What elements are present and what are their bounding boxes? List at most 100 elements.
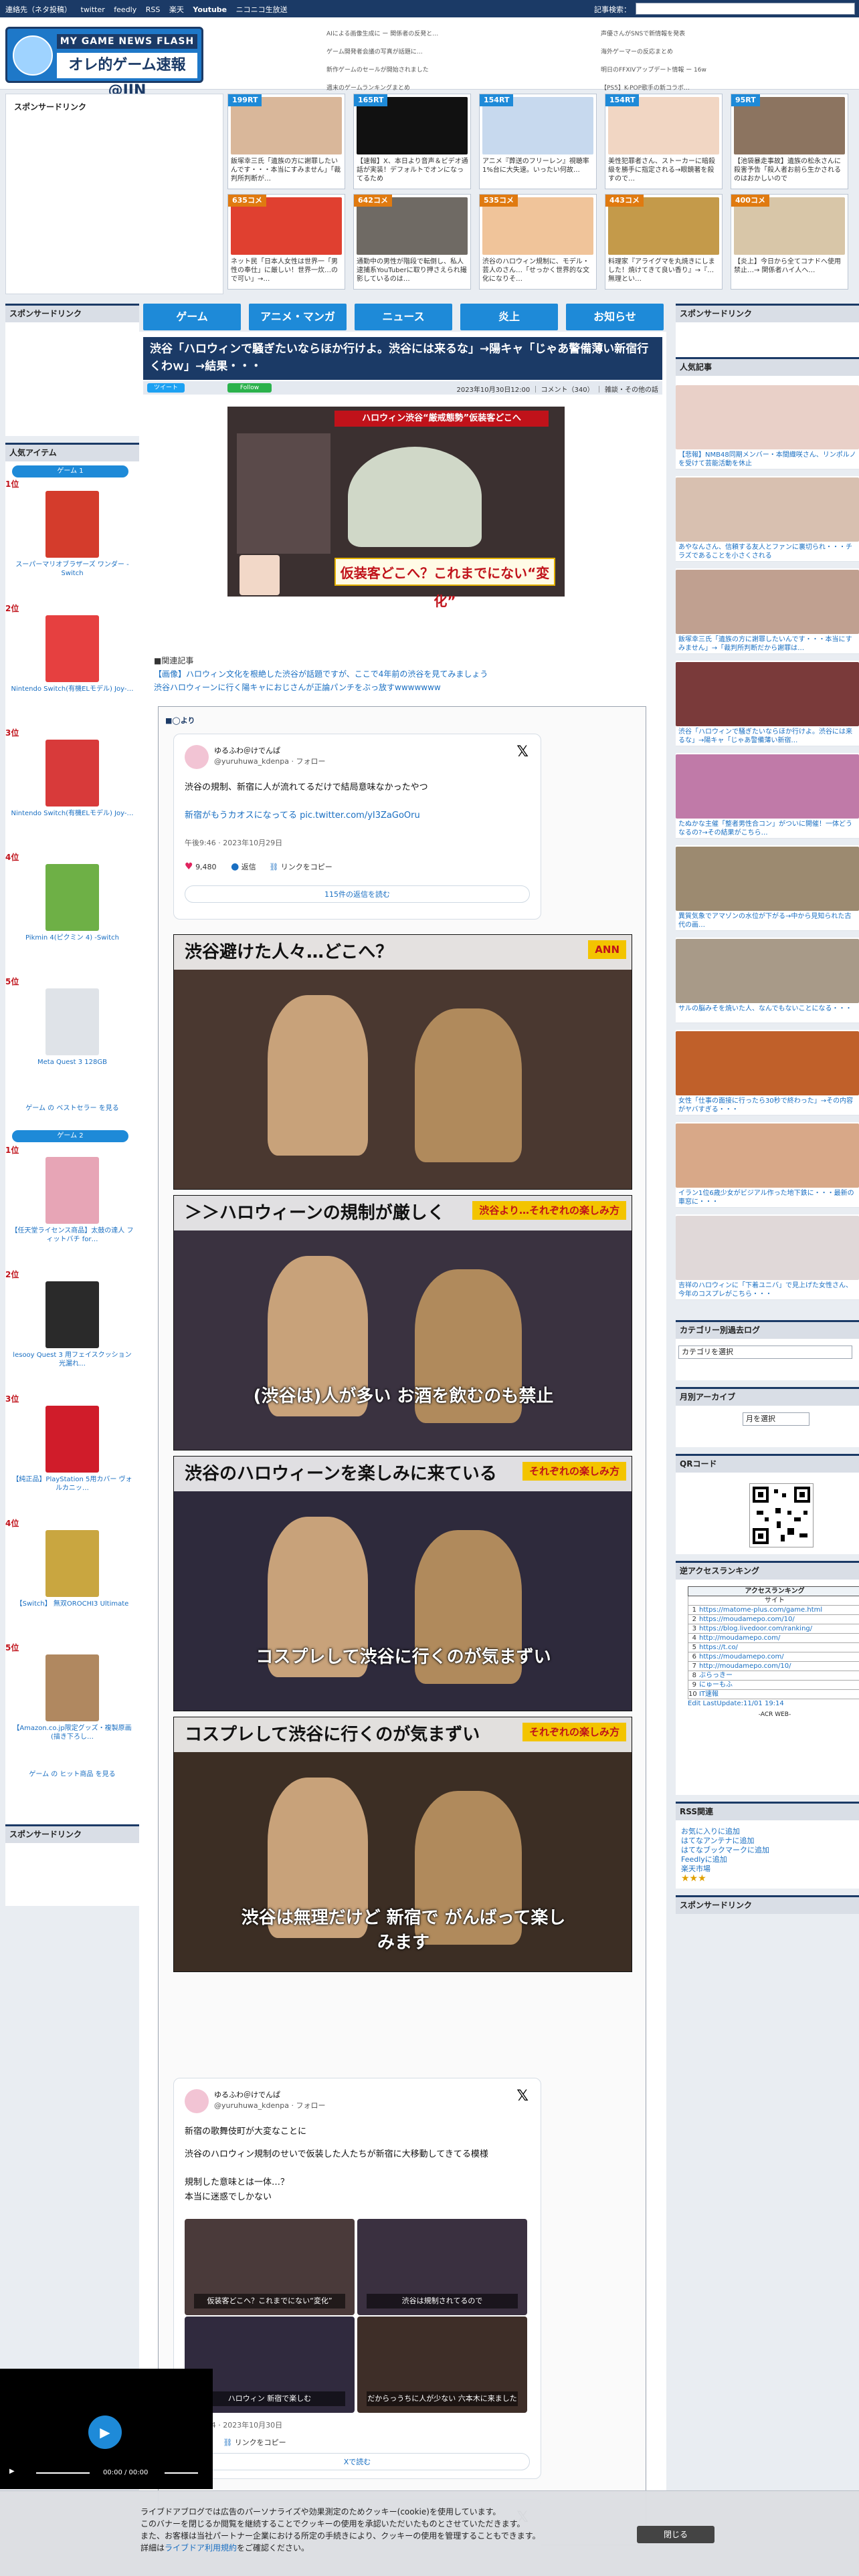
product-image[interactable] <box>45 740 99 807</box>
ranking-banner[interactable]: 535コメ 渋谷のハロウィン規制に、モデル・芸人のさん…「せっかく世界的な文化にな… <box>479 194 597 290</box>
banner-caption[interactable]: アニメ『葬送のフリーレン』視聴率1%台に大失速。いったい何故… <box>482 157 595 187</box>
top-link-feedly[interactable]: feedly <box>114 5 136 14</box>
product-name[interactable]: lesooy Quest 3 用フェイスクッション 光漏れ… <box>11 1351 134 1368</box>
news-screenshot[interactable]: ＞＞ハロウィーンの規制が厳しく 渋谷より…それぞれの楽しみ方 (渋谷は)人が多い お… <box>173 1195 632 1451</box>
article-link[interactable]: 【悲報】NMB48同期メンバー・本間織咲さん、リンポルノを受けて芸能活動を休止 <box>678 451 858 468</box>
volume-slider[interactable] <box>165 2472 198 2474</box>
access-site[interactable]: にゅーもふ <box>699 1681 733 1689</box>
news-screenshot[interactable]: コスプレして渋谷に行くのが気まずい それぞれの楽しみ方 渋谷は無理だけど 新宿で が… <box>173 1717 632 1972</box>
article-link[interactable]: 渋谷「ハロウィンで騒ぎたいならほか行けよ。渋谷には来るな」→陽キャ「じゃあ警備薄… <box>678 728 858 745</box>
avatar[interactable] <box>185 2089 209 2113</box>
access-site[interactable]: https://t.co/ <box>699 1644 738 1651</box>
ranked-item[interactable]: 4位 Pikmin 4(ピクミン 4) -Switch <box>5 853 139 974</box>
heart-icon[interactable]: ♥ <box>185 861 193 872</box>
tweet-user-name[interactable]: ゆるふわ＠けでんぱ <box>214 2089 280 2100</box>
product-image[interactable] <box>45 988 99 1055</box>
rss-link[interactable]: Feedlyに追加 <box>681 1855 769 1864</box>
copy-link-label[interactable]: リンクをコピー <box>281 863 332 871</box>
access-row[interactable]: 3 https://blog.livedoor.com/ranking/ <box>688 1624 859 1634</box>
rss-link[interactable]: はてなブックマークに追加 <box>681 1846 769 1855</box>
link-icon[interactable]: ⛓ <box>269 863 278 871</box>
product-image[interactable] <box>45 615 99 682</box>
tweet-media[interactable]: 仮装客どこへ？これまでにない“変化” <box>185 2219 355 2315</box>
article-thumbnail[interactable] <box>676 477 859 542</box>
access-site[interactable]: https://moudamepo.com/10/ <box>699 1616 795 1623</box>
product-image[interactable] <box>45 1654 99 1721</box>
access-row[interactable]: 2 https://moudamepo.com/10/ <box>688 1615 859 1624</box>
access-row[interactable]: 10 IT速報 <box>688 1690 859 1699</box>
top-link-contact[interactable]: 連絡先（ネタ投稿） <box>5 5 72 14</box>
reply-label[interactable]: 返信 <box>242 863 256 871</box>
seek-bar[interactable] <box>36 2472 90 2474</box>
product-image[interactable] <box>45 491 99 558</box>
ranking-banner[interactable]: 154RT アニメ『葬送のフリーレン』視聴率1%台に大失速。いったい何故… <box>479 94 597 189</box>
top-link-twitter[interactable]: twitter <box>81 5 105 14</box>
popular-article[interactable]: 【悲報】NMB48同期メンバー・本間織咲さん、リンポルノを受けて芸能活動を休止 <box>676 384 859 469</box>
ranked-item[interactable]: 3位 Nintendo Switch(有機ELモデル) Joy-… <box>5 729 139 849</box>
popular-article[interactable]: サルの脳みそを焼いた人、なんでもないことになる・・・ <box>676 938 859 1023</box>
article-link[interactable]: 吉祥のハロウィンに「下着ユニバ」で見上げた女性さん、今年のコスプレがこちら・・・ <box>678 1281 858 1299</box>
article-link[interactable]: 飯塚幸三氏「遺族の方に謝罪したいんです・・・本当にすみません」→「裁判所判断だか… <box>678 635 858 653</box>
reply-icon[interactable]: ● <box>231 861 239 872</box>
popular-article[interactable]: 吉祥のハロウィンに「下着ユニバ」で見上げた女性さん、今年のコスプレがこちら・・・ <box>676 1214 859 1300</box>
popular-article[interactable]: 異質気象でアマゾンの水位が下がる→中から見知られた古代の画… <box>676 845 859 931</box>
popular-article[interactable]: あやなんさん、信頼する友人とファンに裏切られ・・・チラズであることを小さくされる <box>676 476 859 562</box>
header-news-link[interactable]: 明日のFFXIVアップデート情報 ー 16w <box>601 62 859 80</box>
related-link[interactable]: 【画像】ハロウィン文化を根絶した渋谷が話題ですが、ここで4年前の渋谷を見てみまし… <box>154 667 622 681</box>
product-name[interactable]: Pikmin 4(ピクミン 4) -Switch <box>11 934 134 942</box>
access-row[interactable]: 9 にゅーもふ <box>688 1681 859 1690</box>
product-image[interactable] <box>45 1530 99 1597</box>
access-row[interactable]: 1 https://matome-plus.com/game.html <box>688 1606 859 1615</box>
article-thumbnail[interactable] <box>676 847 859 911</box>
popular-article[interactable]: 渋谷「ハロウィンで騒ぎたいならほか行けよ。渋谷には来るな」→陽キャ「じゃあ警備薄… <box>676 661 859 746</box>
header-news-link[interactable]: 海外ゲーマーの反応まとめ <box>601 43 859 62</box>
product-name[interactable]: 【純正品】PlayStation 5用カバー ヴォルカニッ… <box>11 1475 134 1493</box>
product-image[interactable] <box>45 1157 99 1224</box>
ranking-banner[interactable]: 635コメ ネット民「日本人女性は世界一「男性の奉仕」に厳しい！世界一炊…ので可い… <box>227 194 345 290</box>
tweet-media[interactable]: 渋谷は規制されてるので <box>357 2219 527 2315</box>
access-site[interactable]: http://moudamepo.com/ <box>699 1634 780 1642</box>
header-news-link[interactable]: 声優さんがSNSで新情報を発表 <box>601 25 859 43</box>
article-link[interactable]: あやなんさん、信頼する友人とファンに裏切られ・・・チラズであることを小さくされる <box>678 543 858 560</box>
tweet-handle[interactable]: @yuruhuwa_kdenpa · フォロー <box>214 2100 325 2111</box>
embedded-tweet[interactable]: ゆるふわ＠けでんぱ @yuruhuwa_kdenpa · フォロー 𝕏 渋谷の規… <box>173 734 541 920</box>
tweet-media-grid[interactable]: 仮装客どこへ？これまでにない“変化” 渋谷は規制されてるので ハロウィン 新宿で… <box>185 2219 527 2413</box>
ranked-item[interactable]: 1位 【任天堂ライセンス商品】太鼓の達人 フィットバチ for… <box>5 1146 139 1267</box>
read-on-x-button[interactable]: Xで読む <box>185 2453 530 2470</box>
access-brand[interactable]: -ACR WEB- <box>688 1711 859 1719</box>
see-bestsellers-link[interactable]: ゲーム の ベストセラー を見る <box>11 1102 134 1112</box>
product-name[interactable]: 【任天堂ライセンス商品】太鼓の達人 フィットバチ for… <box>11 1226 134 1244</box>
access-row[interactable]: 6 https://moudamepo.com/ <box>688 1652 859 1662</box>
access-row[interactable]: 8 ぶらっきー <box>688 1671 859 1681</box>
nav-info[interactable]: お知らせ <box>566 304 664 330</box>
close-cookie-button[interactable]: 閉じる <box>637 2526 714 2543</box>
ranked-item[interactable]: 5位 【Amazon.co.jp限定グッズ・複製原画(描き下ろし… <box>5 1644 139 1764</box>
nav-news[interactable]: ニュース <box>355 304 452 330</box>
article-link[interactable]: サルの脳みそを焼いた人、なんでもないことになる・・・ <box>678 1004 858 1022</box>
tab-game-1[interactable]: ゲーム 1 <box>12 465 128 477</box>
product-image[interactable] <box>45 864 99 931</box>
access-site[interactable]: IT速報 <box>699 1691 719 1698</box>
header-news-link[interactable]: 新作ゲームのセールが開始されました <box>326 62 594 80</box>
tweet-media[interactable]: だからっうちに人が少ない 六本木に来ました <box>357 2317 527 2413</box>
related-link[interactable]: 渋谷ハロウィーンに行く陽キャにおじさんが正論パンチをぶっ放すwwwwwww <box>154 681 622 694</box>
article-thumbnail[interactable] <box>676 939 859 1003</box>
popular-article[interactable]: 飯塚幸三氏「遺族の方に謝罪したいんです・・・本当にすみません」→「裁判所判断だか… <box>676 568 859 654</box>
article-link[interactable]: イラン1位6歳少女がビジアル作った地下鉄に・・・最新の車窓に・・・ <box>678 1189 858 1206</box>
access-row[interactable]: 4 http://moudamepo.com/ <box>688 1634 859 1643</box>
ranking-banner[interactable]: 165RT 【速報】X、本日より音声＆ビデオ通話が実装！デフォルトでオンになってる… <box>353 94 471 189</box>
banner-caption[interactable]: 飯塚幸三氏「遺族の方に謝罪したいんです・・・本当にすみません」「裁判所判断が… <box>231 157 343 187</box>
floating-video-player[interactable]: ▶ ▶ 00:00 / 00:00 <box>0 2369 213 2489</box>
article-thumbnail[interactable] <box>676 1216 859 1280</box>
article-link[interactable]: たぬかな主催「整者男性合コン」がついに開催！一体どうなるの?→その結果がこちら… <box>678 820 858 837</box>
article-link[interactable]: 異質気象でアマゾンの水位が下がる→中から見知られた古代の画… <box>678 912 858 930</box>
site-logo[interactable]: MY GAME NEWS FLASH オレ的ゲーム速報@JIN <box>5 27 203 99</box>
product-name[interactable]: Nintendo Switch(有機ELモデル) Joy-… <box>11 685 134 693</box>
avatar[interactable] <box>185 745 209 769</box>
banner-caption[interactable]: ネット民「日本人女性は世界一「男性の奉仕」に厳しい！世界一炊…ので可い」→… <box>231 257 343 287</box>
banner-caption[interactable]: 通勤中の男性が階段で転倒し、私人逮捕系YouTuberに取り押さえられ撮影してい… <box>357 257 469 287</box>
ranking-banner[interactable]: 199RT 飯塚幸三氏「遺族の方に謝罪したいんです・・・本当にすみません」「裁判所… <box>227 94 345 189</box>
ranked-item[interactable]: 2位 Nintendo Switch(有機ELモデル) Joy-… <box>5 605 139 725</box>
article-thumbnail[interactable] <box>676 1031 859 1095</box>
tweet-handle[interactable]: @yuruhuwa_kdenpa · フォロー <box>214 756 325 766</box>
